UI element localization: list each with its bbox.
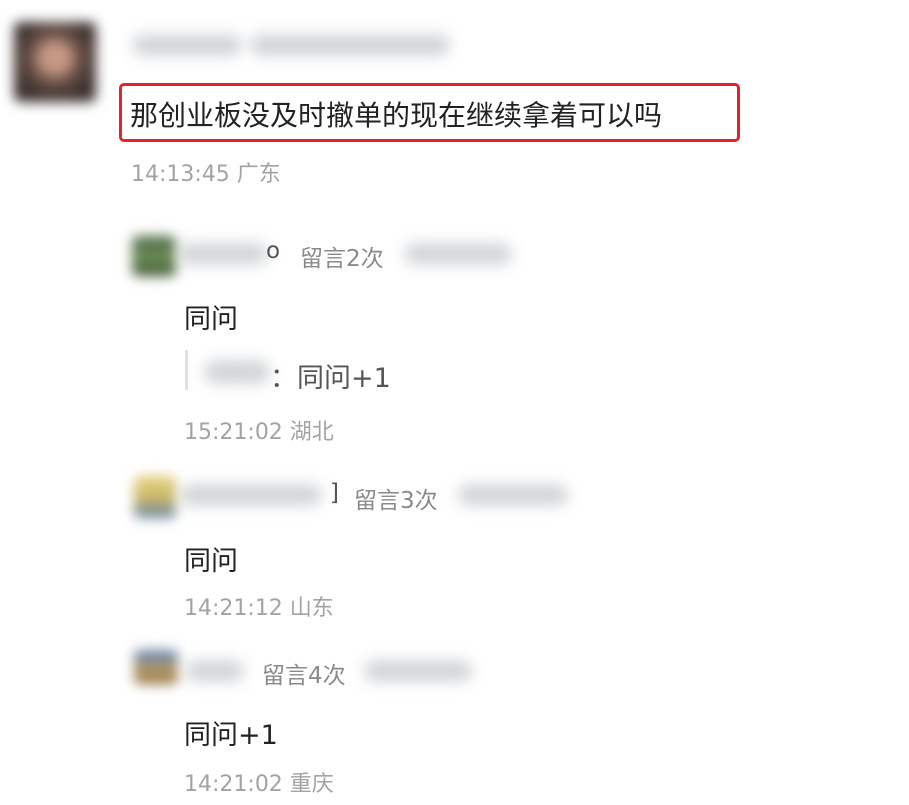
reply-time-location: 14:21:02 重庆 [184,772,334,797]
avatar[interactable] [14,22,96,102]
meta-blurred [364,660,472,682]
username-suffix: ] [330,480,339,506]
comment-text: 那创业板没及时撤单的现在继续拿着可以吗 [130,99,663,132]
comment-count-label: 留言4次 [262,663,346,689]
comment-count-label: 留言2次 [300,246,384,272]
quoted-reply-text: ：同问+1 [270,363,391,394]
meta-blurred [250,34,450,56]
comment-count-label: 留言3次 [354,488,438,514]
username-suffix: o [266,238,281,264]
avatar[interactable] [134,650,178,684]
username-blurred[interactable] [178,243,268,265]
reply-text: 同问 [184,546,238,577]
meta-blurred [404,243,512,265]
reply-time-location: 14:21:12 山东 [184,596,334,621]
quoted-username-blurred[interactable] [204,360,270,384]
reply-text: 同问+1 [184,720,278,751]
username-blurred[interactable] [186,660,244,682]
username-blurred[interactable] [180,484,322,506]
avatar[interactable] [132,236,176,276]
meta-blurred [458,484,568,506]
reply-text: 同问 [184,304,238,335]
reply-time-location: 15:21:02 湖北 [184,420,334,445]
quote-bar [185,350,188,390]
username-blurred[interactable] [132,34,242,56]
avatar[interactable] [134,476,176,518]
comment-time-location: 14:13:45 广东 [131,162,281,187]
